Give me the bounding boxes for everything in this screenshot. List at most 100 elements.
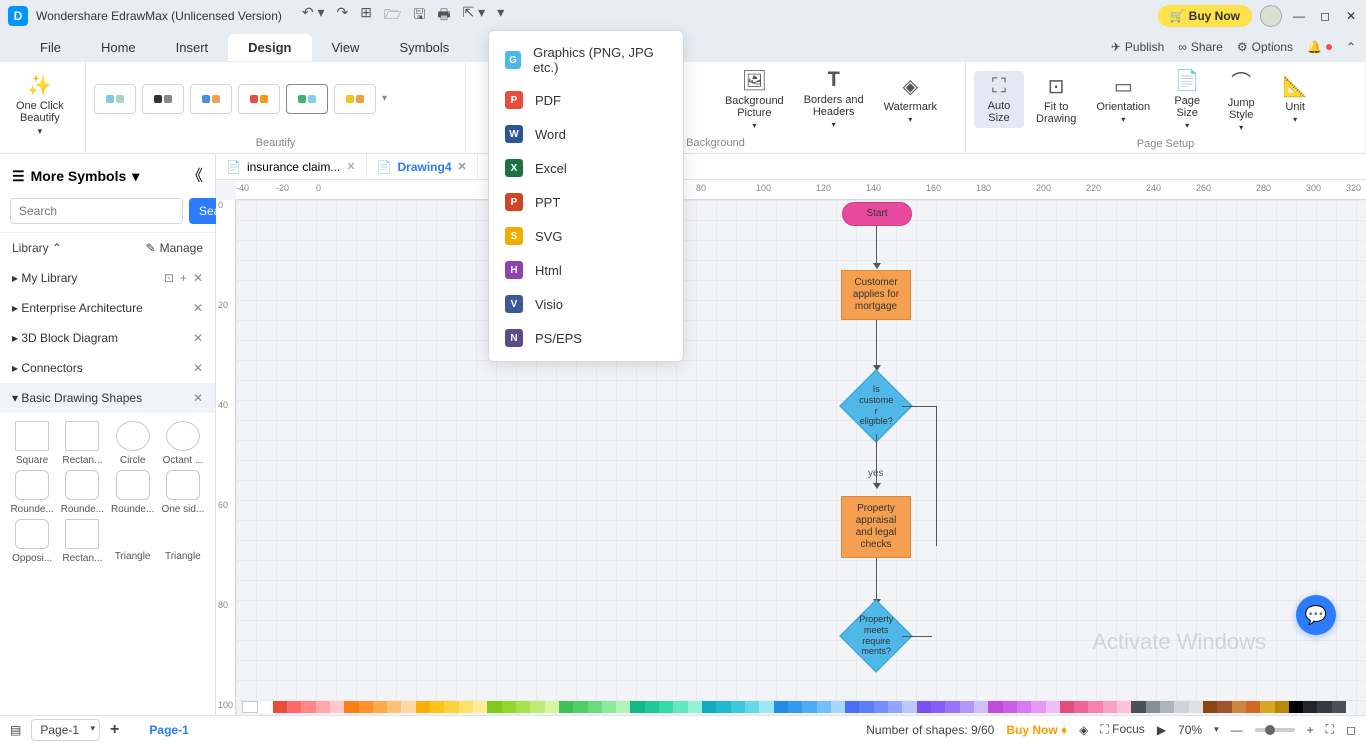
export-visio[interactable]: VVisio [489, 287, 683, 321]
redo-button[interactable]: ↷ [337, 4, 349, 28]
color-swatch[interactable] [616, 701, 630, 713]
color-swatch[interactable] [1074, 701, 1088, 713]
color-swatch[interactable] [1131, 701, 1145, 713]
shape-triangle[interactable]: Triangle [159, 519, 207, 564]
color-swatch[interactable] [1275, 701, 1289, 713]
color-swatch[interactable] [588, 701, 602, 713]
undo-button[interactable]: ↶ ▾ [302, 4, 325, 28]
notifications-button[interactable]: 🔔 [1307, 40, 1332, 54]
presentation-button[interactable]: ▶ [1157, 723, 1166, 737]
color-swatch[interactable] [673, 701, 687, 713]
color-swatch[interactable] [1232, 701, 1246, 713]
flowchart-process-1[interactable]: Customer applies for mortgage [841, 270, 911, 320]
print-button[interactable]: 🖶 [437, 4, 450, 28]
borders-headers-button[interactable]: 𝐓Borders and Headers▾ [796, 65, 872, 133]
menu-home[interactable]: Home [81, 34, 156, 61]
color-swatch[interactable] [1189, 701, 1203, 713]
color-swatch[interactable] [988, 701, 1002, 713]
add-page-button[interactable]: + [110, 721, 119, 739]
color-swatch[interactable] [1146, 701, 1160, 713]
page-size-button[interactable]: 📄Page Size▾ [1162, 64, 1212, 134]
export-pseps[interactable]: NPS/EPS [489, 321, 683, 355]
open-button[interactable]: 🗁 [384, 4, 401, 28]
color-swatch[interactable] [273, 701, 287, 713]
panel-collapse-button[interactable]: 》 [187, 164, 203, 188]
canvas[interactable]: Start Customer applies for mortgage Is c… [236, 200, 1366, 715]
export-button[interactable]: ⇱ ▾ [463, 4, 486, 28]
color-swatch[interactable] [1060, 701, 1074, 713]
color-swatch[interactable] [1088, 701, 1102, 713]
page-list-icon[interactable]: ▤ [10, 723, 21, 737]
new-button[interactable]: ⊞ [360, 4, 372, 28]
shape-opposi[interactable]: Opposi... [8, 519, 56, 564]
fit-to-drawing-button[interactable]: ⊡Fit to Drawing [1028, 70, 1084, 129]
unit-button[interactable]: 📐Unit▾ [1270, 70, 1320, 128]
zoom-level[interactable]: 70% [1178, 723, 1202, 737]
color-swatch[interactable] [459, 701, 473, 713]
color-swatch[interactable] [759, 701, 773, 713]
theme-swatch-5[interactable] [286, 84, 328, 114]
chat-fab[interactable]: 💬 [1296, 595, 1336, 635]
color-swatch[interactable] [545, 701, 559, 713]
flowchart-start[interactable]: Start [842, 202, 912, 226]
color-swatch[interactable] [1174, 701, 1188, 713]
export-html[interactable]: HHtml [489, 253, 683, 287]
color-swatch[interactable] [802, 701, 816, 713]
flowchart-connector[interactable] [902, 406, 936, 407]
layers-icon[interactable]: ◈ [1079, 723, 1088, 737]
save-button[interactable]: 🖫 [413, 4, 425, 28]
color-swatch[interactable] [602, 701, 616, 713]
color-swatch[interactable] [960, 701, 974, 713]
color-swatch[interactable] [902, 701, 916, 713]
color-swatch[interactable] [1217, 701, 1231, 713]
color-swatch[interactable] [1031, 701, 1045, 713]
share-button[interactable]: ∞ Share [1178, 40, 1223, 54]
color-swatch[interactable] [1203, 701, 1217, 713]
more-qat-button[interactable]: ▾ [497, 4, 504, 28]
color-swatch[interactable] [330, 701, 344, 713]
color-swatch[interactable] [1260, 701, 1274, 713]
fit-page-button[interactable]: ⛶ [1326, 722, 1334, 737]
shape-square[interactable]: Square [8, 421, 56, 466]
theme-swatch-4[interactable] [238, 84, 280, 114]
library-item[interactable]: ▸ My Library⊡+✕ [0, 263, 215, 293]
color-swatch[interactable] [344, 701, 358, 713]
theme-swatch-2[interactable] [142, 84, 184, 114]
library-item[interactable]: ▸ Enterprise Architecture✕ [0, 293, 215, 323]
color-swatch[interactable] [1160, 701, 1174, 713]
color-swatch[interactable] [688, 701, 702, 713]
color-swatch[interactable] [859, 701, 873, 713]
shape-rectan[interactable]: Rectan... [58, 421, 106, 466]
color-swatch[interactable] [931, 701, 945, 713]
export-svg[interactable]: SSVG [489, 219, 683, 253]
document-tab[interactable]: 📄insurance claim...✕ [216, 154, 367, 179]
theme-more-button[interactable]: ▾ [382, 93, 387, 104]
color-swatch[interactable] [716, 701, 730, 713]
color-swatch[interactable] [831, 701, 845, 713]
menu-file[interactable]: File [20, 34, 81, 61]
flowchart-process-2[interactable]: Property appraisal and legal checks [841, 496, 911, 558]
export-excel[interactable]: XExcel [489, 151, 683, 185]
shape-rounde[interactable]: Rounde... [8, 470, 56, 515]
export-pdf[interactable]: PPDF [489, 83, 683, 117]
ribbon-collapse-button[interactable]: ⌃ [1346, 40, 1356, 54]
color-swatch[interactable] [1003, 701, 1017, 713]
library-item[interactable]: ▸ 3D Block Diagram✕ [0, 323, 215, 353]
color-swatch[interactable] [788, 701, 802, 713]
zoom-out-button[interactable]: — [1231, 723, 1243, 737]
menu-design[interactable]: Design [228, 34, 311, 61]
page-tab[interactable]: Page-1 [149, 723, 188, 737]
export-word[interactable]: WWord [489, 117, 683, 151]
color-swatch[interactable] [573, 701, 587, 713]
shape-rounde[interactable]: Rounde... [109, 470, 157, 515]
color-swatch[interactable] [1303, 701, 1317, 713]
menu-symbols[interactable]: Symbols [379, 34, 469, 61]
color-swatch[interactable] [1046, 701, 1060, 713]
close-button[interactable]: ✕ [1342, 9, 1360, 23]
color-swatch[interactable] [888, 701, 902, 713]
flowchart-connector[interactable] [876, 558, 877, 600]
color-swatch[interactable] [1017, 701, 1031, 713]
color-swatch[interactable] [1332, 701, 1346, 713]
shape-octant[interactable]: Octant ... [159, 421, 207, 466]
shape-onesid[interactable]: One sid... [159, 470, 207, 515]
